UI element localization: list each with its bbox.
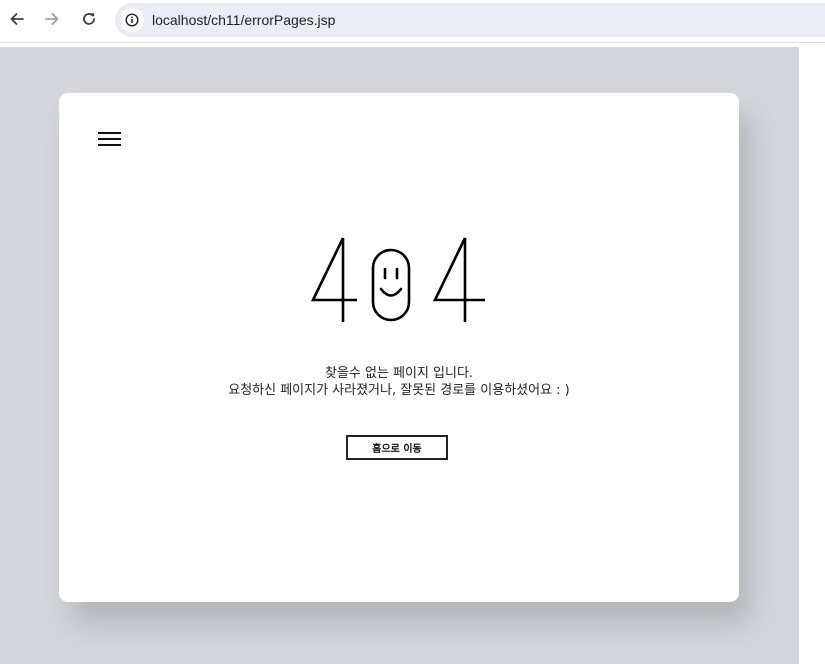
address-bar[interactable]: localhost/ch11/errorPages.jsp [115,3,825,37]
info-icon [125,13,139,27]
go-home-button[interactable]: 홈으로 이동 [346,435,448,460]
digit-four-left [310,237,357,322]
forward-button[interactable] [40,7,64,31]
menu-line [98,138,121,140]
digit-four-right [432,237,485,322]
menu-line [98,144,121,146]
page-viewport: 404 찾을수 [0,47,799,664]
url-text[interactable]: localhost/ch11/errorPages.jsp [152,12,335,28]
arrow-right-icon [45,13,59,25]
error-card: 404 찾을수 [59,93,739,602]
back-button[interactable] [5,7,29,31]
menu-line [98,132,121,134]
site-info-button[interactable] [120,8,144,32]
error-message: 찾을수 없는 페이지 입니다. 요청하신 페이지가 사라졌거나, 잘못된 경로를… [59,365,739,399]
arrow-left-icon [10,13,24,25]
error-message-line-2: 요청하신 페이지가 사라졌거나, 잘못된 경로를 이용하셨어요 : ) [228,383,570,398]
reload-button[interactable] [77,7,101,31]
error-message-line-1: 찾을수 없는 페이지 입니다. [324,366,474,381]
toolbar-divider [0,42,825,43]
smiling-zero-icon [371,248,411,322]
hamburger-menu-icon[interactable] [98,131,122,149]
browser-toolbar: localhost/ch11/errorPages.jsp [0,0,825,43]
error-code: 404 [309,236,489,326]
reload-icon [83,13,95,25]
